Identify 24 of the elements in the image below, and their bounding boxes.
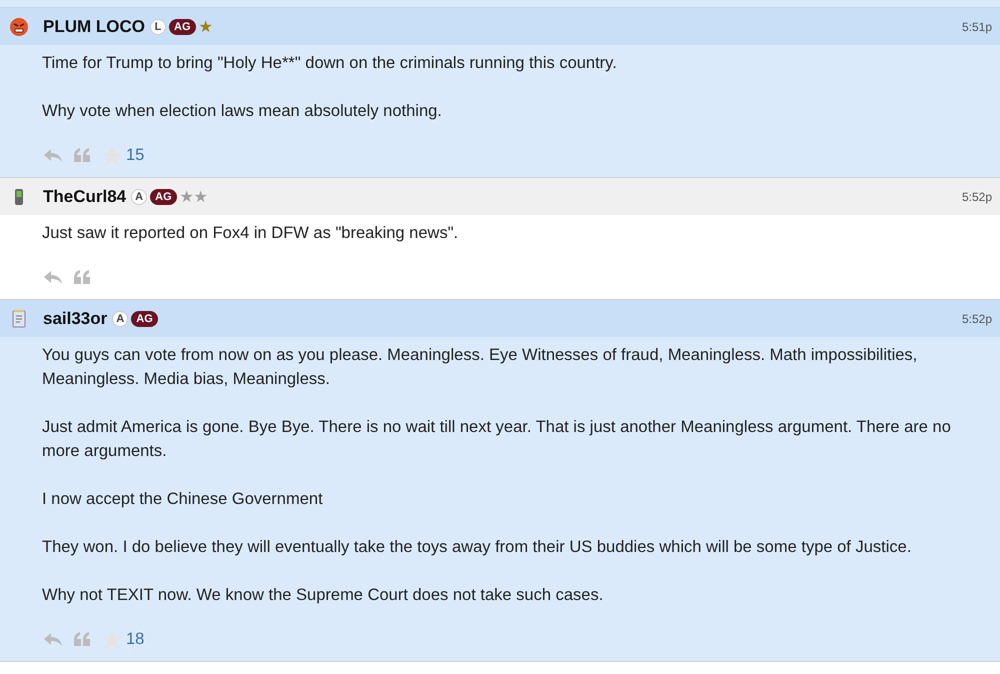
author-name[interactable]: PLUM LOCO — [43, 16, 145, 36]
post-text: They won. I do believe they will eventually take the toys away from their US buddies which will be some type of Justice. — [42, 537, 912, 558]
author-name[interactable]: sail33or — [43, 308, 108, 328]
user-badge: AG — [169, 18, 196, 34]
user-badge: A — [131, 188, 148, 204]
post-text: Time for Trump to bring "Holy He**" down on the criminals running this country. — [42, 53, 618, 74]
post-text: Just admit America is gone. Bye Bye. There is no wait till next year. That is just another Meaningless argument. There are no more arguments. — [42, 417, 952, 462]
post-time: 5:51p — [962, 20, 992, 34]
post-text: Just saw it reported on Fox4 in DFW as "breaking news". — [42, 223, 460, 244]
post-text: You guys can vote from now on as you please. Meaningless. Eye Witnesses of fraud, Meaningless. Math impossibilities, Meaningless. Media bias, Meaningless. — [42, 345, 918, 390]
like-button[interactable]: 15 — [100, 146, 146, 164]
author-name[interactable]: TheCurl84 — [43, 186, 126, 206]
post-text: Why not TEXIT now. We know the Supreme Court does not take such cases. — [42, 585, 604, 606]
rank-stars: ★★ — [180, 188, 208, 206]
user-badge: A — [112, 310, 128, 326]
user-badge: AG — [131, 310, 158, 326]
post-time: 5:52p — [962, 312, 992, 326]
like-button[interactable]: 18 — [100, 630, 146, 648]
user-badge: L — [150, 18, 166, 34]
post-text: Why vote when election laws mean absolutely nothing. — [42, 101, 443, 122]
user-badge: AG — [150, 188, 177, 204]
post-text: I now accept the Chinese Government — [42, 489, 324, 510]
post-time: 5:52p — [962, 190, 992, 204]
rank-stars: ★ — [198, 18, 212, 36]
